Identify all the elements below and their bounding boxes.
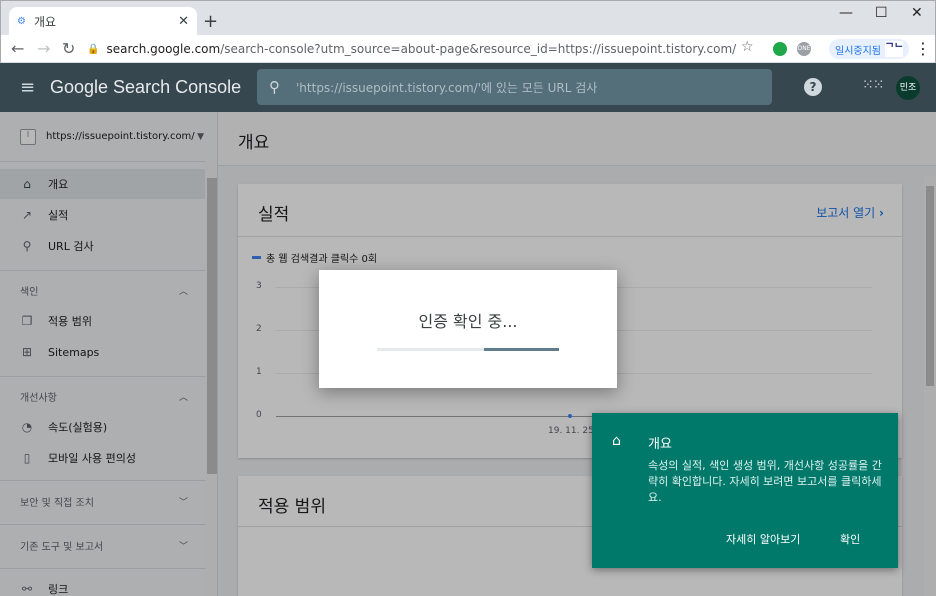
url-inspection-search[interactable]: ⚲ 'https://issuepoint.tistory.com/'에 있는 … [257, 69, 772, 105]
browser-tab[interactable]: ⚙ 개요 ✕ [9, 7, 197, 36]
home-icon: ⌂ [612, 433, 621, 449]
url-host: search.google.com [106, 42, 221, 56]
lock-icon: 🔒 [87, 43, 100, 55]
progress-indicator [484, 348, 559, 351]
tooltip-title: 개요 [648, 437, 672, 452]
onboarding-tooltip: ⌂ 개요 속성의 실적, 색인 생성 범위, 개선사항 성공률을 간략히 확인합… [592, 413, 898, 568]
search-console-favicon-icon: ⚙ [17, 16, 26, 27]
product-logo[interactable]: Google Search Console [50, 77, 241, 98]
forward-arrow-icon[interactable]: → [37, 39, 50, 58]
progress-bar [377, 348, 559, 351]
bookmark-star-icon[interactable]: ☆ [741, 39, 754, 55]
hamburger-menu-icon[interactable]: ≡ [20, 77, 35, 98]
minimize-button[interactable]: — [839, 5, 853, 21]
verifying-dialog: 인증 확인 중... [319, 270, 617, 388]
app-header: ≡ Google Search Console ⚲ 'https://issue… [0, 63, 936, 112]
address-bar: ← → ↻ 🔒 search.google.com/search-console… [0, 35, 936, 63]
back-arrow-icon[interactable]: ← [11, 39, 24, 58]
search-icon: ⚲ [269, 78, 280, 96]
url-field[interactable]: 🔒 search.google.com/search-console?utm_s… [87, 37, 767, 61]
tab-title: 개요 [33, 15, 57, 29]
tooltip-body: 속성의 실적, 색인 생성 범위, 개선사항 성공률을 간략히 확인합니다. 자… [648, 459, 882, 504]
dialog-message: 인증 확인 중... [418, 312, 518, 331]
learn-more-button[interactable]: 자세히 알아보기 [726, 531, 800, 547]
close-tab-icon[interactable]: ✕ [178, 14, 189, 29]
user-avatar[interactable]: 민조 [896, 76, 920, 100]
new-tab-button[interactable]: + [203, 11, 218, 32]
chrome-menu-icon[interactable]: ⋮ [915, 39, 931, 58]
url-path: /search-console?utm_source=about-page&re… [220, 42, 737, 56]
close-window-button[interactable]: ✕ [911, 5, 923, 21]
browser-tab-bar: ⚙ 개요 ✕ + — ☐ ✕ [0, 0, 936, 36]
search-placeholder: 'https://issuepoint.tistory.com/'에 있는 모든… [296, 80, 598, 95]
apps-grid-icon[interactable]: ⁙⁙ [862, 77, 884, 93]
confirm-button[interactable]: 확인 [840, 531, 860, 547]
profile-paused-chip[interactable]: 일시중지됨 ᄀᄂ [829, 39, 909, 59]
paused-label: 일시중지됨 [835, 45, 881, 57]
evernote-extension-icon[interactable] [773, 42, 787, 56]
reload-icon[interactable]: ↻ [62, 39, 75, 58]
help-icon[interactable]: ? [804, 78, 822, 96]
maximize-button[interactable]: ☐ [875, 5, 888, 21]
extension-icon[interactable]: ONE [797, 42, 811, 56]
profile-avatar: ᄀᄂ [885, 41, 903, 57]
